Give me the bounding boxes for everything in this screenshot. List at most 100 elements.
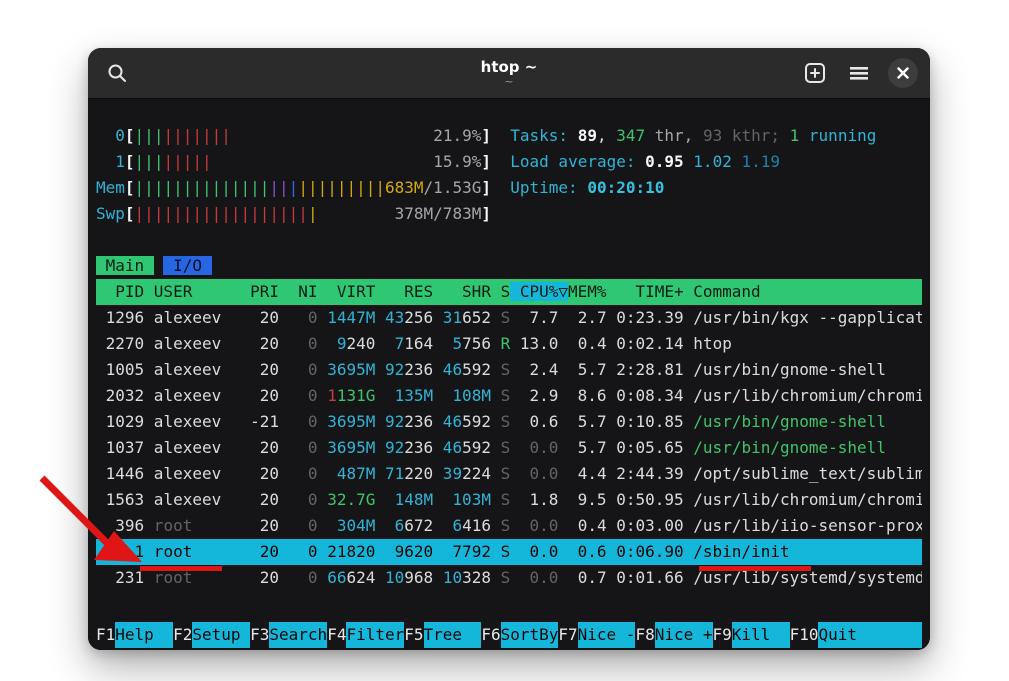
- process-row-1005-seg[interactable]: 20: [241, 360, 280, 379]
- process-row-396-seg[interactable]: 672: [404, 516, 433, 535]
- process-row-231-seg[interactable]: /usr/lib/systemd/systemd: [684, 568, 922, 587]
- fnkey-F10[interactable]: F10: [790, 622, 819, 648]
- process-row-2032-seg[interactable]: 135M: [375, 386, 433, 405]
- process-row-1296-seg[interactable]: 0:23.39: [607, 308, 684, 327]
- fnkey-F8[interactable]: F8: [635, 622, 654, 648]
- table-header-seg[interactable]: PID USER PRI NI VIRT RES SHR S: [96, 282, 510, 301]
- fnlabel-F4[interactable]: Filter: [346, 622, 404, 648]
- process-row-1563-seg[interactable]: alexeev: [144, 490, 240, 509]
- process-row-396-seg[interactable]: /usr/lib/iio-sensor-prox: [684, 516, 922, 535]
- fnlabel-F10[interactable]: Quit: [818, 622, 922, 648]
- process-row-2270-seg[interactable]: 0:02.14: [607, 334, 684, 353]
- process-row-1446-seg[interactable]: 20: [241, 464, 280, 483]
- process-row-2270-seg[interactable]: alexeev: [144, 334, 240, 353]
- fnkey-F7[interactable]: F7: [558, 622, 577, 648]
- process-row-1037-seg[interactable]: 5.7: [558, 438, 606, 457]
- process-row-1446-seg[interactable]: 1446: [96, 464, 144, 483]
- process-row-1005-seg[interactable]: 46: [433, 360, 462, 379]
- tab-bar[interactable]: Main I/O: [96, 253, 922, 279]
- process-row-1005-seg[interactable]: 3695M: [318, 360, 376, 379]
- process-row-396-seg[interactable]: 396: [96, 516, 144, 535]
- fnlabel-F9[interactable]: Kill: [732, 622, 790, 648]
- table-header-seg[interactable]: MEM% TIME+ Command: [568, 282, 761, 301]
- process-row-2270-seg[interactable]: 13.0: [510, 334, 558, 353]
- process-row-2270-seg[interactable]: 20: [241, 334, 280, 353]
- process-row-1296-seg[interactable]: 1447M: [318, 308, 376, 327]
- process-row-1037-seg[interactable]: 0:05.65: [607, 438, 684, 457]
- process-row-2270[interactable]: 2270 alexeev 20 0 9240 7164 5756 R 13.0 …: [96, 331, 922, 357]
- process-row-396-seg[interactable]: 0:03.00: [607, 516, 684, 535]
- process-row-231-seg[interactable]: 10: [433, 568, 462, 587]
- process-row-1029-seg[interactable]: 5.7: [558, 412, 606, 431]
- process-row-1029-seg[interactable]: 592: [462, 412, 491, 431]
- process-row-231-seg[interactable]: 0.7: [558, 568, 606, 587]
- process-row-1029-seg[interactable]: 92: [375, 412, 404, 431]
- process-row-1037-seg[interactable]: 20: [241, 438, 280, 457]
- process-row-1037-seg[interactable]: 0: [279, 438, 318, 457]
- process-row-1-seg[interactable]: 21820: [318, 542, 376, 561]
- process-row-1296-seg[interactable]: 31: [433, 308, 462, 327]
- process-row-1029-seg[interactable]: /usr/bin/gnome-shell: [684, 412, 886, 431]
- fnlabel-F3[interactable]: Search: [269, 622, 327, 648]
- process-row-1005-seg[interactable]: 592: [462, 360, 491, 379]
- process-row-1296-seg[interactable]: S: [491, 308, 510, 327]
- process-row-1-seg[interactable]: 9620: [375, 542, 433, 561]
- process-row-1037-seg[interactable]: alexeev: [144, 438, 240, 457]
- process-row-2270-seg[interactable]: 9: [318, 334, 347, 353]
- process-row-1563-seg[interactable]: 9.5: [558, 490, 606, 509]
- fnlabel-F1[interactable]: Help: [115, 622, 173, 648]
- process-row-2032-seg[interactable]: /usr/lib/chromium/chromi: [684, 386, 922, 405]
- process-row-231[interactable]: 231 root 20 0 66624 10968 10328 S 0.0 0.…: [96, 565, 922, 591]
- process-row-1563-seg[interactable]: S: [491, 490, 510, 509]
- process-row-2270-seg[interactable]: 240: [346, 334, 375, 353]
- process-row-1446-seg[interactable]: 0.0: [510, 464, 558, 483]
- process-row-1296-seg[interactable]: /usr/bin/kgx --gapplicat: [684, 308, 922, 327]
- fnlabel-F5[interactable]: Tree: [424, 622, 482, 648]
- search-button[interactable]: [100, 56, 134, 90]
- process-row-2032-seg[interactable]: 2.9: [510, 386, 558, 405]
- process-row-231-seg[interactable]: 66: [318, 568, 347, 587]
- process-row-1-seg[interactable]: S: [491, 542, 510, 561]
- process-row-231-seg[interactable]: 624: [346, 568, 375, 587]
- process-row-1029-seg[interactable]: 0.6: [510, 412, 558, 431]
- table-header[interactable]: PID USER PRI NI VIRT RES SHR S CPU%▽MEM%…: [96, 279, 922, 305]
- process-row-1296-seg[interactable]: 256: [404, 308, 433, 327]
- fnlabel-F2[interactable]: Setup: [192, 622, 250, 648]
- process-row-1-seg[interactable]: 20: [241, 542, 280, 561]
- process-row-1005-seg[interactable]: alexeev: [144, 360, 240, 379]
- process-row-1037[interactable]: 1037 alexeev 20 0 3695M 92236 46592 S 0.…: [96, 435, 922, 461]
- process-row-1563-seg[interactable]: 1563: [96, 490, 144, 509]
- process-row-1296-seg[interactable]: 2.7: [558, 308, 606, 327]
- process-row-1005-seg[interactable]: S: [491, 360, 510, 379]
- process-row-1563-seg[interactable]: 20: [241, 490, 280, 509]
- process-row-1-seg[interactable]: 0: [279, 542, 318, 561]
- fnkey-F4[interactable]: F4: [327, 622, 346, 648]
- fnkey-F5[interactable]: F5: [404, 622, 423, 648]
- process-row-396-seg[interactable]: S: [491, 516, 510, 535]
- process-row-231-seg[interactable]: 0: [279, 568, 318, 587]
- fnkey-F3[interactable]: F3: [250, 622, 269, 648]
- process-row-2032-seg[interactable]: 131G: [337, 386, 376, 405]
- process-row-1296-seg[interactable]: 1296: [96, 308, 144, 327]
- process-row-1296-seg[interactable]: 0: [279, 308, 318, 327]
- close-button[interactable]: [886, 56, 920, 90]
- process-row-1029-seg[interactable]: alexeev: [144, 412, 240, 431]
- process-row-1005[interactable]: 1005 alexeev 20 0 3695M 92236 46592 S 2.…: [96, 357, 922, 383]
- process-row-1446-seg[interactable]: S: [491, 464, 510, 483]
- tab-bar-seg[interactable]: [154, 256, 164, 275]
- process-row-231-seg[interactable]: 231: [96, 568, 144, 587]
- process-row-1037-seg[interactable]: 592: [462, 438, 491, 457]
- process-row-1446-seg[interactable]: 0: [279, 464, 318, 483]
- process-row-1029-seg[interactable]: 3695M: [318, 412, 376, 431]
- process-row-231-seg[interactable]: 968: [404, 568, 433, 587]
- process-row-1446[interactable]: 1446 alexeev 20 0 487M 71220 39224 S 0.0…: [96, 461, 922, 487]
- process-row-1037-seg[interactable]: 0.0: [510, 438, 558, 457]
- fnlabel-F6[interactable]: SortBy: [501, 622, 559, 648]
- process-row-231-seg[interactable]: root: [144, 568, 240, 587]
- process-row-1029-seg[interactable]: -21: [241, 412, 280, 431]
- process-row-1037-seg[interactable]: 1037: [96, 438, 144, 457]
- process-row-1563[interactable]: 1563 alexeev 20 0 32.7G 148M 103M S 1.8 …: [96, 487, 922, 513]
- process-row-1037-seg[interactable]: S: [491, 438, 510, 457]
- process-row-1446-seg[interactable]: 2:44.39: [607, 464, 684, 483]
- process-row-396-seg[interactable]: 20: [241, 516, 280, 535]
